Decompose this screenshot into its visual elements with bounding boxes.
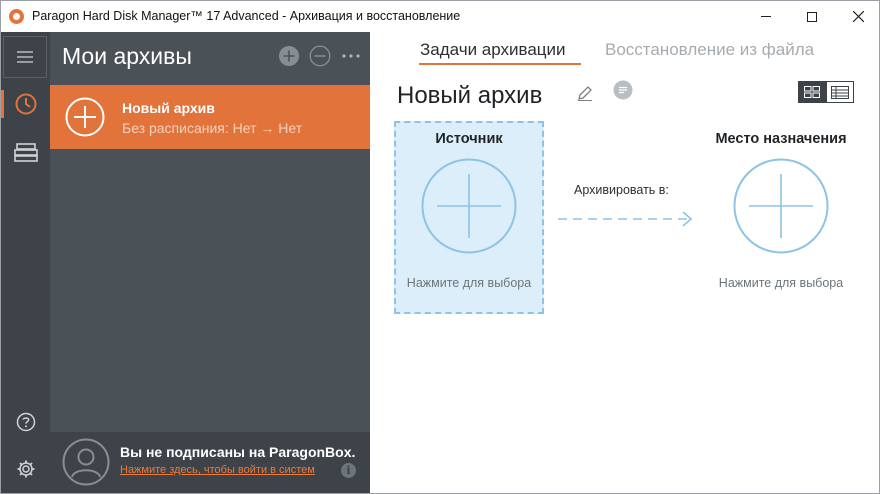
menu-button[interactable] xyxy=(3,36,47,78)
nav-rail xyxy=(1,32,50,493)
add-source-icon[interactable] xyxy=(421,158,517,254)
window-title: Paragon Hard Disk Manager™ 17 Advanced -… xyxy=(32,9,461,23)
more-options-button[interactable] xyxy=(340,45,362,67)
nav-backup-button[interactable] xyxy=(1,84,50,124)
help-button[interactable] xyxy=(1,402,50,442)
view-mode-toggle xyxy=(798,81,855,103)
signin-status: Вы не подписаны на ParagonBox. xyxy=(120,444,356,460)
menu-icon xyxy=(17,51,33,63)
more-dots-icon xyxy=(342,54,360,58)
backup-to-label: Архивировать в: xyxy=(574,183,669,197)
minus-circle-icon xyxy=(309,45,331,67)
maximize-icon xyxy=(807,11,817,22)
main-content: Задачи архивации Восстановление из файла… xyxy=(370,32,879,493)
source-hint: Нажмите для выбора xyxy=(406,276,532,290)
comment-icon[interactable] xyxy=(613,80,633,100)
settings-button[interactable] xyxy=(1,449,50,489)
source-selector[interactable]: Источник Нажмите для выбора xyxy=(394,121,544,314)
panel-title: Мои архивы xyxy=(62,43,192,69)
tab-restore-from-file[interactable]: Восстановление из файла xyxy=(605,40,814,60)
grid-view-icon xyxy=(804,86,820,98)
clock-icon xyxy=(15,93,36,115)
archive-list-item[interactable]: Новый архив Без расписания: Нет → Нет xyxy=(50,85,370,149)
remove-archive-button[interactable] xyxy=(309,45,331,67)
destination-selector[interactable]: Место назначения Нажмите для выбора xyxy=(706,121,856,314)
nav-drives-button[interactable] xyxy=(1,132,50,172)
archive-schedule: Без расписания: Нет → Нет xyxy=(122,120,303,136)
list-view-icon xyxy=(831,85,849,99)
pencil-icon[interactable] xyxy=(576,84,594,102)
help-icon xyxy=(16,412,35,432)
app-logo-icon xyxy=(9,9,24,24)
active-tab-indicator xyxy=(419,63,581,65)
maximize-button[interactable] xyxy=(789,1,835,32)
info-icon[interactable]: i xyxy=(341,463,356,478)
archive-title: Новый архив xyxy=(397,82,543,109)
list-view-button[interactable] xyxy=(826,81,854,103)
minimize-icon xyxy=(761,16,771,17)
signin-link[interactable]: Нажмите здесь, чтобы войти в систем xyxy=(120,464,315,476)
archive-name: Новый архив xyxy=(122,100,215,116)
plus-circle-icon xyxy=(279,46,299,66)
add-destination-icon[interactable] xyxy=(733,158,829,254)
source-heading: Источник xyxy=(435,131,503,147)
gear-icon xyxy=(17,460,34,478)
drives-icon xyxy=(13,143,38,162)
add-archive-button[interactable] xyxy=(278,45,300,67)
title-bar: Paragon Hard Disk Manager™ 17 Advanced -… xyxy=(1,1,879,32)
tab-backup-tasks[interactable]: Задачи архивации xyxy=(420,40,566,60)
close-button[interactable] xyxy=(835,1,879,32)
plus-circle-icon xyxy=(65,97,105,137)
avatar xyxy=(62,438,110,486)
destination-heading: Место назначения xyxy=(715,131,847,147)
archives-panel: Мои архивы Новый архив Без расписания: Н… xyxy=(50,32,370,493)
app-window: Paragon Hard Disk Manager™ 17 Advanced -… xyxy=(0,0,880,494)
paragonbox-signin: Вы не подписаны на ParagonBox. Нажмите з… xyxy=(50,432,370,493)
grid-view-button[interactable] xyxy=(798,81,826,103)
minimize-button[interactable] xyxy=(743,1,789,32)
close-icon xyxy=(852,11,864,22)
arrow-right-icon xyxy=(558,211,693,227)
destination-hint: Нажмите для выбора xyxy=(718,276,844,290)
